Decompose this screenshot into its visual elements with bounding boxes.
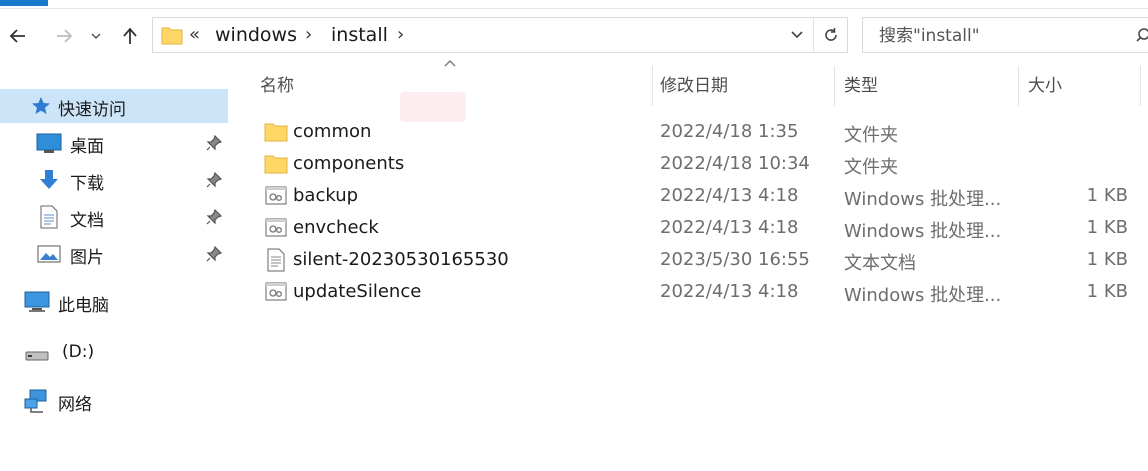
nav-item-pictures[interactable]: 图片 xyxy=(0,237,228,271)
file-date: 2022/4/18 10:34 xyxy=(660,153,810,174)
document-icon xyxy=(36,204,62,230)
pin-icon[interactable] xyxy=(206,209,222,225)
chevron-down-icon xyxy=(91,33,101,40)
pin-icon[interactable] xyxy=(206,246,222,262)
nav-item-this-pc[interactable]: 此电脑 xyxy=(0,285,228,319)
nav-item-label: 快速访问 xyxy=(58,100,126,120)
chevron-down-icon xyxy=(791,31,803,39)
nav-item-label: (D:) xyxy=(62,342,95,362)
folder-icon xyxy=(264,155,288,174)
nav-item-label: 图片 xyxy=(70,248,104,268)
batch-file-icon xyxy=(265,218,287,237)
column-divider[interactable] xyxy=(1018,66,1019,106)
file-row-updatesilence[interactable]: updateSilence 2022/4/13 4:18 Windows 批处理… xyxy=(250,276,1140,308)
file-size: 1 KB xyxy=(1086,185,1128,206)
file-date: 2022/4/13 4:18 xyxy=(660,217,799,238)
forward-button[interactable] xyxy=(50,22,78,50)
search-input[interactable] xyxy=(877,24,1131,48)
file-type: Windows 批处理... xyxy=(844,285,1002,306)
nav-item-label: 下载 xyxy=(70,174,104,194)
file-row-backup[interactable]: backup 2022/4/13 4:18 Windows 批处理... 1 K… xyxy=(250,180,1140,212)
file-size: 1 KB xyxy=(1086,249,1128,270)
nav-item-downloads[interactable]: 下载 xyxy=(0,163,228,197)
pin-icon[interactable] xyxy=(206,135,222,151)
ribbon-strip xyxy=(0,0,1148,9)
file-type: 文本文档 xyxy=(844,253,916,274)
file-name: components xyxy=(293,153,405,174)
file-size: 1 KB xyxy=(1086,281,1128,302)
search-box[interactable] xyxy=(862,17,1148,53)
forward-arrow-icon xyxy=(57,29,73,43)
drive-icon xyxy=(24,340,50,366)
pin-icon[interactable] xyxy=(206,172,222,188)
file-name: updateSilence xyxy=(293,281,422,302)
nav-item-label: 此电脑 xyxy=(58,296,109,316)
computer-icon xyxy=(24,289,50,315)
column-header-date[interactable]: 修改日期 xyxy=(652,66,834,106)
file-explorer-window: « windows › install › 搜索"install" 快速访问 桌… xyxy=(0,0,1148,471)
file-date: 2022/4/13 4:18 xyxy=(660,185,799,206)
column-divider[interactable] xyxy=(834,66,835,106)
breadcrumb-overflow[interactable]: « xyxy=(189,24,200,46)
address-history-button[interactable] xyxy=(789,26,805,46)
file-row-common[interactable]: common 2022/4/18 1:35 文件夹 xyxy=(250,116,1140,148)
file-row-components[interactable]: components 2022/4/18 10:34 文件夹 xyxy=(250,148,1140,180)
file-type: Windows 批处理... xyxy=(844,221,1002,242)
breadcrumb-separator[interactable]: › xyxy=(397,24,404,46)
column-header-size[interactable]: 大小 xyxy=(1020,66,1140,106)
file-date: 2022/4/18 1:35 xyxy=(660,121,799,142)
up-button[interactable] xyxy=(116,22,144,50)
nav-item-label: 文档 xyxy=(70,211,104,231)
file-size: 1 KB xyxy=(1086,217,1128,238)
download-icon xyxy=(36,167,62,193)
file-name: backup xyxy=(293,185,359,206)
address-bar[interactable]: « windows › install › xyxy=(152,17,848,53)
recent-locations-button[interactable] xyxy=(86,22,106,50)
nav-item-label: 桌面 xyxy=(70,137,104,157)
breadcrumb-separator[interactable]: › xyxy=(305,24,312,46)
file-row-silent-log[interactable]: silent-20230530165530 2023/5/30 16:55 文本… xyxy=(250,244,1140,276)
nav-item-label: 网络 xyxy=(58,395,92,415)
file-type: 文件夹 xyxy=(844,125,898,146)
network-icon xyxy=(24,388,50,414)
batch-file-icon xyxy=(265,282,287,301)
refresh-button[interactable] xyxy=(813,18,848,52)
file-date: 2023/5/30 16:55 xyxy=(660,249,810,270)
nav-item-network[interactable]: 网络 xyxy=(0,384,228,418)
nav-item-quick-access[interactable]: 快速访问 xyxy=(0,89,228,123)
file-tab-accent[interactable] xyxy=(0,0,48,6)
navigation-pane: 快速访问 桌面 下载 文档 图片 此电脑 (D:) 网络 xyxy=(0,60,240,471)
batch-file-icon xyxy=(265,186,287,205)
refresh-icon xyxy=(825,28,837,41)
up-arrow-icon xyxy=(123,27,137,44)
file-name: envcheck xyxy=(293,217,379,238)
star-icon xyxy=(28,93,54,119)
folder-icon xyxy=(264,123,288,142)
breadcrumb-install[interactable]: install xyxy=(331,24,388,46)
nav-item-documents[interactable]: 文档 xyxy=(0,200,228,234)
nav-item-desktop[interactable]: 桌面 xyxy=(0,126,228,160)
text-file-icon xyxy=(267,248,285,272)
file-row-envcheck[interactable]: envcheck 2022/4/13 4:18 Windows 批处理... 1… xyxy=(250,212,1140,244)
picture-icon xyxy=(36,241,62,267)
folder-icon xyxy=(161,27,183,45)
column-divider[interactable] xyxy=(1140,66,1141,106)
file-date: 2022/4/13 4:18 xyxy=(660,281,799,302)
back-arrow-icon xyxy=(9,29,25,43)
breadcrumb-windows[interactable]: windows xyxy=(215,24,297,46)
column-header-type[interactable]: 类型 xyxy=(836,66,1018,106)
desktop-icon xyxy=(36,130,62,156)
nav-item-drive-d[interactable]: (D:) xyxy=(0,336,228,370)
search-icon[interactable] xyxy=(1135,27,1148,43)
file-type: Windows 批处理... xyxy=(844,189,1002,210)
back-button[interactable] xyxy=(4,22,32,50)
file-type: 文件夹 xyxy=(844,157,898,178)
file-name: common xyxy=(293,121,372,142)
file-name: silent-20230530165530 xyxy=(293,249,509,270)
